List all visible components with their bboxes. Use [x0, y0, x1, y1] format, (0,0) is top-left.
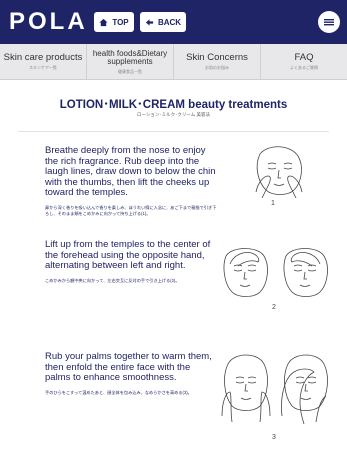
step-text: Lift up from the temples to the center o…: [45, 239, 217, 284]
step-instruction: Breathe deeply from the nose to enjoy th…: [45, 145, 216, 198]
step-instruction: Lift up from the temples to the center o…: [45, 239, 211, 271]
pola-logo[interactable]: POLA: [9, 8, 89, 36]
step-instruction-jp: 手のひらをこすって温めたあと、顔全体を包み込み、なめらかさを高める(3)。: [45, 389, 192, 395]
nav-item-skin-concerns[interactable]: Skin Concerns お肌のお悩み: [174, 44, 261, 79]
face-massage-illustration-3: [221, 354, 328, 425]
nav-item-skin-care[interactable]: Skin care products スキンケア一覧: [0, 44, 87, 79]
nav-label: Skin Concerns: [186, 52, 248, 63]
divider: [18, 131, 329, 132]
step-number: 1: [271, 200, 275, 207]
menu-icon: [324, 19, 334, 26]
step-text: Rub your palms together to warm them, th…: [45, 351, 217, 396]
nav-sublabel: スキンケア一覧: [29, 65, 57, 70]
top-button-label: TOP: [112, 17, 129, 27]
nav-sublabel: よくあるご質問: [290, 65, 318, 70]
back-arrow-icon: [145, 18, 154, 27]
step-instruction: Rub your palms together to warm them, th…: [45, 351, 212, 383]
page-subtitle: ローション･ミルク･クリーム 美容法: [136, 112, 211, 117]
back-button-label: BACK: [157, 17, 182, 27]
category-nav: Skin care products スキンケア一覧 health foods&…: [0, 44, 347, 80]
step-instruction-jp: こめかみから額中央に向かって、左右交互に反対の手で引き上げる(2)。: [45, 277, 180, 283]
nav-label: health foods&Dietary supplements: [92, 48, 168, 66]
home-icon: [99, 18, 108, 27]
step-text: Breathe deeply from the nose to enjoy th…: [45, 145, 217, 217]
back-button[interactable]: BACK: [140, 12, 186, 32]
nav-label: Skin care products: [3, 52, 83, 63]
step-number: 2: [272, 304, 276, 311]
nav-sublabel: お肌のお悩み: [205, 65, 229, 70]
nav-sublabel: 健康食品一覧: [118, 68, 142, 74]
face-massage-illustration-1: [255, 146, 303, 198]
face-massage-illustration-2: [223, 248, 328, 297]
step-instruction-jp: 鼻から深く香りを吸い込んで香りを楽しみ、ほうれい線に入念に、あご下まで親指で引き…: [45, 204, 217, 216]
header: POLA TOP BACK: [0, 0, 347, 44]
page-title: LOTION･MILK･CREAM beauty treatments: [59, 99, 288, 111]
nav-label: FAQ: [294, 52, 314, 63]
step-number: 3: [272, 434, 276, 441]
nav-item-faq[interactable]: FAQ よくあるご質問: [261, 44, 347, 79]
top-button[interactable]: TOP: [94, 12, 134, 32]
nav-item-health-foods[interactable]: health foods&Dietary supplements 健康食品一覧: [87, 44, 174, 79]
menu-button[interactable]: [318, 11, 340, 33]
